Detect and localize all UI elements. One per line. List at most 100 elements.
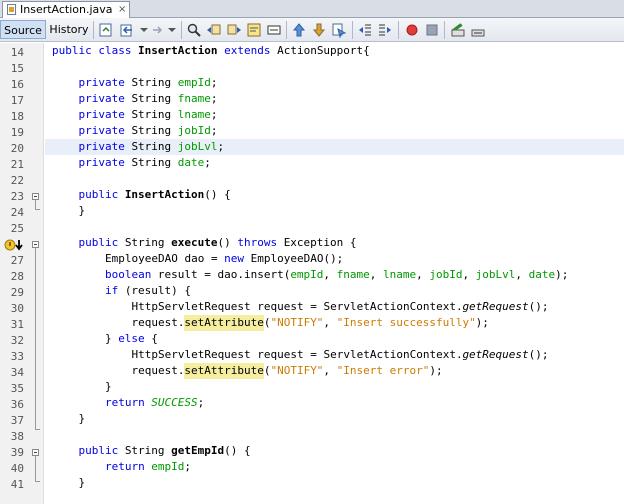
toolbar-separator bbox=[444, 21, 445, 39]
fold-end bbox=[35, 481, 40, 482]
fold-collapse-icon[interactable] bbox=[32, 193, 39, 200]
line-number: 18 bbox=[10, 110, 24, 123]
code-line[interactable] bbox=[45, 59, 624, 75]
code-token: private bbox=[52, 92, 132, 105]
fold-collapse-icon[interactable] bbox=[32, 449, 39, 456]
code-token: { bbox=[151, 332, 158, 345]
code-token: () { bbox=[204, 188, 231, 201]
editor-toolbar: Source History bbox=[0, 18, 624, 42]
code-token: return bbox=[52, 396, 152, 409]
find-next-icon[interactable] bbox=[226, 22, 242, 38]
override-hint-icon[interactable] bbox=[4, 239, 26, 252]
line-number: 39 bbox=[10, 446, 24, 459]
code-line[interactable]: private String jobId; bbox=[45, 123, 624, 139]
tab-source[interactable]: Source bbox=[0, 20, 46, 39]
uncomment-icon[interactable] bbox=[470, 22, 486, 38]
code-token: new bbox=[224, 252, 251, 265]
code-line[interactable]: boolean result = dao.insert(empId, fname… bbox=[45, 267, 624, 283]
shift-left-icon[interactable] bbox=[357, 22, 373, 38]
code-token: () { bbox=[224, 444, 251, 457]
code-line[interactable]: public String execute() throws Exception… bbox=[45, 235, 624, 251]
line-number: 29 bbox=[10, 286, 24, 299]
code-token: ; bbox=[210, 92, 218, 105]
fold-guide bbox=[35, 200, 36, 209]
code-token: boolean bbox=[52, 268, 158, 281]
stop-macro-icon[interactable] bbox=[424, 22, 440, 38]
code-line[interactable]: private String date; bbox=[45, 155, 624, 171]
code-line[interactable]: private String jobLvl; bbox=[45, 139, 624, 155]
code-line[interactable]: EmployeeDAO dao = new EmployeeDAO(); bbox=[45, 251, 624, 267]
code-token: } bbox=[52, 476, 86, 489]
fold-collapse-icon[interactable] bbox=[32, 241, 39, 248]
find-previous-icon[interactable] bbox=[206, 22, 222, 38]
code-line[interactable]: private String fname; bbox=[45, 91, 624, 107]
code-token: fname bbox=[336, 268, 370, 281]
back-icon[interactable] bbox=[119, 22, 135, 38]
line-number: 35 bbox=[10, 382, 24, 395]
find-selection-icon[interactable] bbox=[186, 22, 202, 38]
code-line[interactable]: private String empId; bbox=[45, 75, 624, 91]
toolbar-separator bbox=[93, 21, 94, 39]
code-token: ); bbox=[475, 316, 489, 329]
forward-dropdown-icon[interactable] bbox=[164, 22, 180, 38]
code-line[interactable]: public InsertAction() { bbox=[45, 187, 624, 203]
code-line[interactable]: private String lname; bbox=[45, 107, 624, 123]
toggle-highlight-icon[interactable] bbox=[246, 22, 262, 38]
code-token: ; bbox=[217, 140, 225, 153]
line-number-gutter: 14 15 16 17 18 19 20 21 22 23 24 25 26 2… bbox=[0, 43, 44, 504]
code-line[interactable]: if (result) { bbox=[45, 283, 624, 299]
code-token: , bbox=[323, 268, 337, 281]
code-token: request. bbox=[52, 316, 185, 329]
code-token: "NOTIFY" bbox=[270, 316, 324, 329]
line-number: 16 bbox=[10, 78, 24, 91]
code-line[interactable]: request. setAttribute("NOTIFY", "Insert e… bbox=[45, 363, 624, 379]
code-token: EmployeeDAO dao = bbox=[52, 252, 225, 265]
code-line[interactable] bbox=[45, 171, 624, 187]
code-token: String bbox=[131, 140, 178, 153]
code-token: private bbox=[52, 76, 132, 89]
shift-right-icon[interactable] bbox=[377, 22, 393, 38]
toggle-bookmark-icon[interactable] bbox=[331, 22, 347, 38]
line-number: 34 bbox=[10, 366, 24, 379]
previous-bookmark-icon[interactable] bbox=[291, 22, 307, 38]
code-line[interactable]: } bbox=[45, 411, 624, 427]
code-token: date bbox=[177, 156, 205, 169]
tab-history[interactable]: History bbox=[48, 20, 90, 39]
code-line[interactable]: } bbox=[45, 203, 624, 219]
code-editor[interactable]: public class InsertAction extends Action… bbox=[45, 43, 624, 504]
code-line[interactable] bbox=[45, 219, 624, 235]
code-line[interactable]: } bbox=[45, 379, 624, 395]
code-token: EmployeeDAO(); bbox=[250, 252, 344, 265]
last-edit-icon[interactable] bbox=[98, 22, 114, 38]
start-macro-icon[interactable] bbox=[404, 22, 420, 38]
close-tab-icon[interactable]: × bbox=[118, 2, 126, 17]
code-token: String bbox=[131, 92, 178, 105]
code-token: fname bbox=[177, 92, 211, 105]
code-line[interactable]: HttpServletRequest request = ServletActi… bbox=[45, 299, 624, 315]
code-line[interactable]: request. setAttribute("NOTIFY", "Insert s… bbox=[45, 315, 624, 331]
code-token: (); bbox=[528, 300, 549, 313]
code-line[interactable]: public class InsertAction extends Action… bbox=[45, 43, 624, 59]
code-line[interactable]: } else { bbox=[45, 331, 624, 347]
code-token: , bbox=[323, 364, 337, 377]
toggle-rectangle-icon[interactable] bbox=[266, 22, 282, 38]
code-line[interactable] bbox=[45, 427, 624, 443]
code-token: ; bbox=[184, 460, 192, 473]
code-token: public bbox=[52, 188, 125, 201]
code-token: setAttribute bbox=[184, 363, 264, 379]
comment-icon[interactable] bbox=[450, 22, 466, 38]
code-token: } bbox=[52, 412, 86, 425]
code-token: if bbox=[52, 284, 125, 297]
line-number: 21 bbox=[10, 158, 24, 171]
code-line[interactable]: } bbox=[45, 475, 624, 491]
code-line[interactable]: HttpServletRequest request = ServletActi… bbox=[45, 347, 624, 363]
code-line[interactable]: return empId; bbox=[45, 459, 624, 475]
code-line[interactable]: return SUCCESS; bbox=[45, 395, 624, 411]
code-token: ); bbox=[555, 268, 569, 281]
code-token: ( bbox=[263, 364, 271, 377]
file-tab[interactable]: InsertAction.java × bbox=[2, 1, 130, 18]
next-bookmark-icon[interactable] bbox=[311, 22, 327, 38]
code-line[interactable]: public String getEmpId() { bbox=[45, 443, 624, 459]
line-number: 36 bbox=[10, 398, 24, 411]
code-token: String bbox=[124, 236, 172, 249]
